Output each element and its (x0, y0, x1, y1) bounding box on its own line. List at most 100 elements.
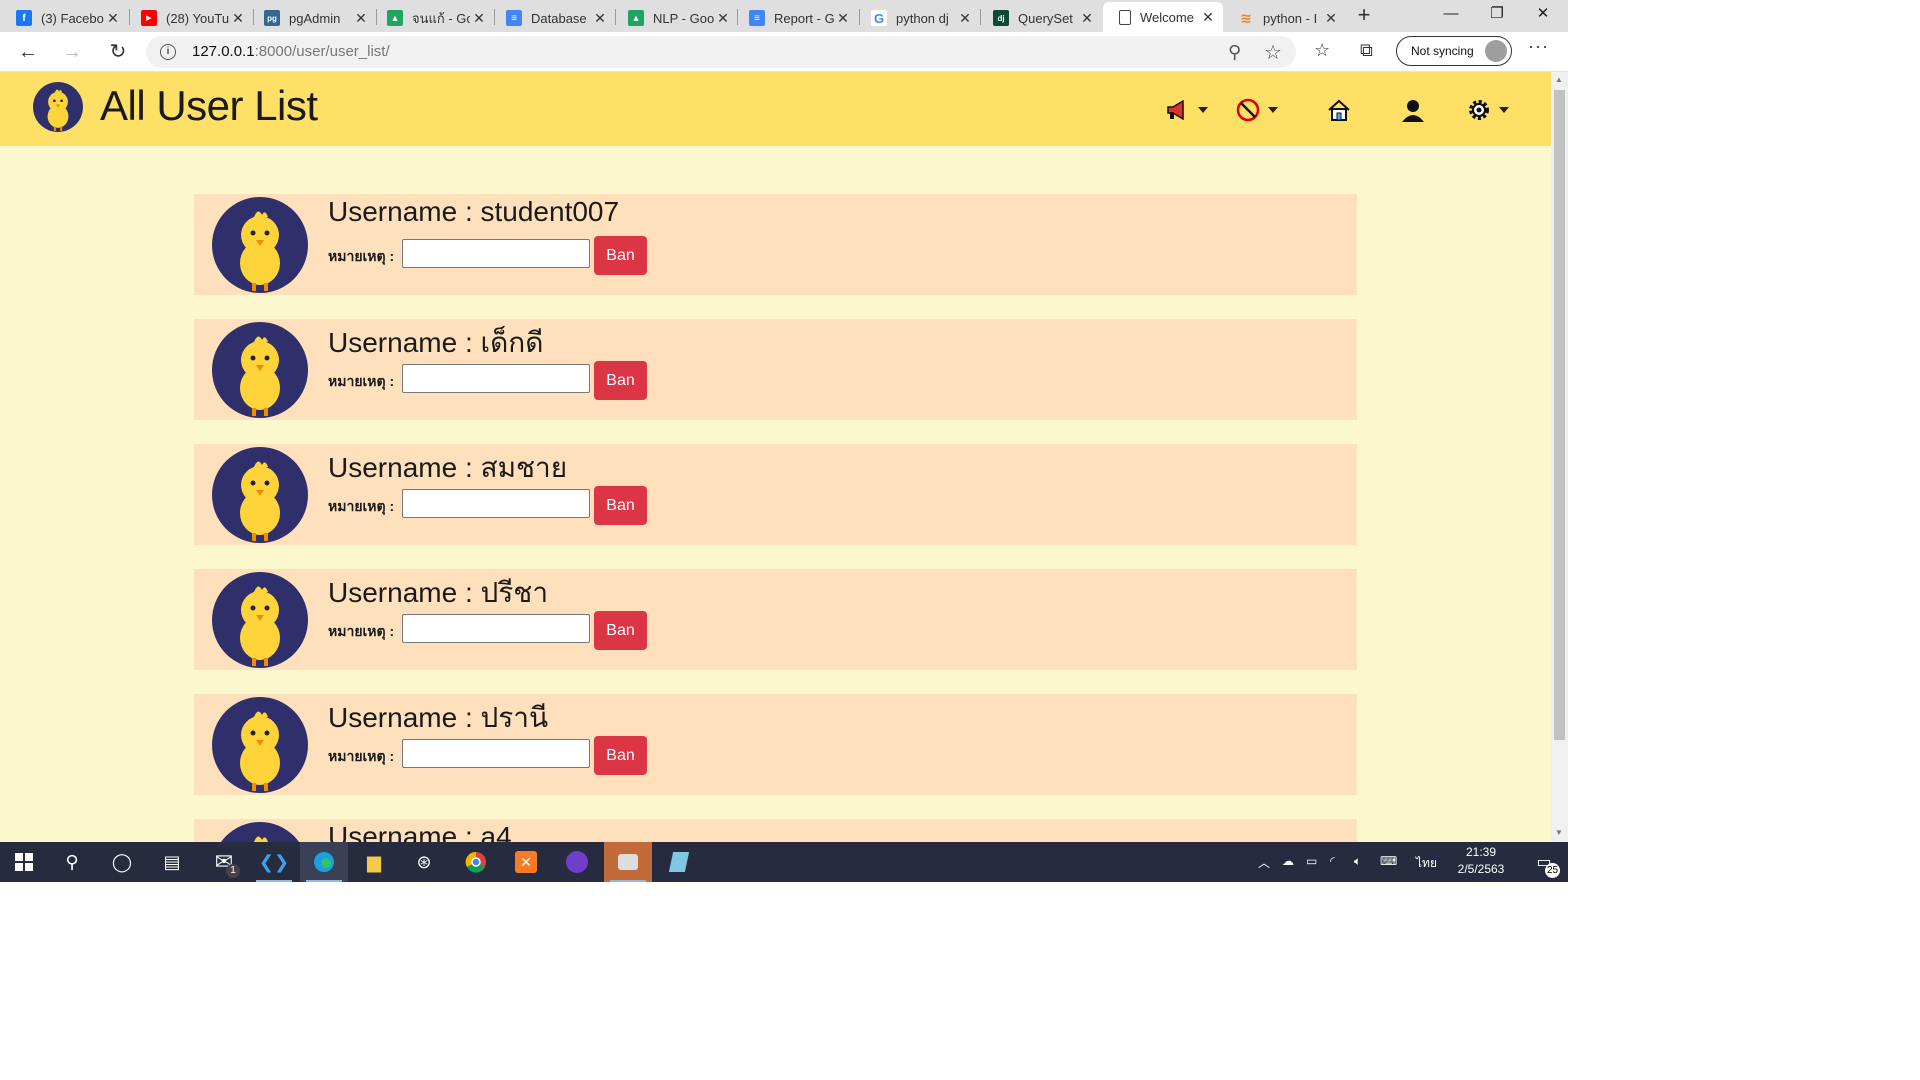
tab-title: จนแก้ - Goo (412, 10, 470, 26)
steam-icon[interactable]: ⊛ (400, 842, 448, 882)
close-icon[interactable]: ✕ (229, 10, 247, 27)
forward-icon: → (62, 41, 82, 63)
chick-avatar-icon (212, 197, 308, 293)
close-icon[interactable]: ✕ (1078, 10, 1096, 27)
task-view-icon[interactable]: ▤ (148, 842, 196, 882)
chrome-icon[interactable] (452, 842, 500, 882)
tab-title: QuerySet (1018, 10, 1073, 26)
ban-button[interactable]: Ban (594, 361, 647, 400)
note-input[interactable] (402, 614, 590, 643)
close-icon[interactable]: ✕ (714, 10, 732, 27)
tab-google-search[interactable]: G python dj ✕ (855, 4, 980, 32)
note-input[interactable] (402, 489, 590, 518)
ban-button[interactable]: Ban (594, 736, 647, 775)
gear-icon (1469, 100, 1489, 120)
tab-pgadmin[interactable]: pg pgAdmin ✕ (248, 4, 376, 32)
stackoverflow-icon: ≋ (1240, 9, 1252, 26)
close-icon[interactable]: ✕ (352, 10, 370, 27)
announcement-menu[interactable] (1166, 96, 1208, 124)
xampp-icon[interactable]: ✕ (502, 842, 550, 882)
close-icon[interactable]: ✕ (1199, 9, 1217, 26)
address-bar[interactable]: i 127.0.0.1:8000/user/user_list/ ⚲ ☆ (146, 36, 1296, 68)
tab-stackoverflow[interactable]: ≋ python - I ✕ (1222, 4, 1346, 32)
close-icon[interactable]: ✕ (104, 10, 122, 27)
url-path: :8000/user/user_list/ (254, 43, 390, 60)
tab-google-drive-1[interactable]: ▲ จนแก้ - Goo ✕ (371, 4, 494, 32)
tab-facebook[interactable]: f (3) Facebo ✕ (0, 4, 128, 32)
tray-chevron-icon[interactable]: ︿ (1258, 854, 1270, 871)
github-desktop-icon[interactable] (553, 842, 601, 882)
close-icon[interactable]: ✕ (470, 10, 488, 27)
tab-title: Database (531, 10, 587, 26)
ban-icon (1236, 98, 1260, 122)
sync-label: Not syncing (1411, 44, 1474, 58)
battery-icon[interactable]: ▭ (1306, 854, 1317, 868)
new-tab-icon[interactable]: + (1352, 4, 1376, 28)
ban-button[interactable]: Ban (594, 611, 647, 650)
search-icon[interactable]: ⚲ (48, 842, 96, 882)
restore-icon[interactable]: ❐ (1474, 0, 1520, 30)
user-icon (1402, 100, 1424, 122)
page-scrollbar[interactable]: ▲ ▼ (1551, 72, 1568, 842)
language-indicator[interactable]: ไทย (1416, 854, 1437, 873)
mail-icon[interactable]: ✉ 1 (200, 842, 248, 882)
tab-queryset[interactable]: dj QuerySet ✕ (977, 4, 1102, 32)
chick-logo-icon[interactable] (33, 82, 83, 132)
favorites-icon[interactable]: ☆ (1314, 40, 1330, 61)
scroll-down-icon[interactable]: ▼ (1555, 828, 1563, 837)
note-input[interactable] (402, 364, 590, 393)
keyboard-icon[interactable]: ⌨ (1380, 854, 1397, 868)
tab-database[interactable]: ≡ Database ✕ (490, 4, 615, 32)
tab-welcome-active[interactable]: Welcome ✕ (1103, 2, 1223, 32)
tab-report[interactable]: ≡ Report - G ✕ (733, 4, 858, 32)
username-heading: Username : ปรีชา (328, 577, 549, 608)
url-text[interactable]: 127.0.0.1:8000/user/user_list/ (192, 43, 390, 60)
megaphone-icon (1167, 100, 1184, 120)
google-icon: G (871, 10, 887, 26)
user-card: Username : ปรานี หมายเหตุ : Ban (194, 694, 1357, 795)
snipping-tool-icon[interactable] (604, 842, 652, 882)
ban-button[interactable]: Ban (594, 486, 647, 525)
scrollbar-thumb[interactable] (1554, 90, 1565, 740)
zoom-icon[interactable]: ⚲ (1228, 42, 1241, 63)
notification-center-icon[interactable]: ▭ 25 (1520, 842, 1568, 882)
clock[interactable]: 21:39 2/5/2563 (1452, 844, 1510, 878)
minimize-icon[interactable]: — (1428, 0, 1474, 30)
collections-icon[interactable]: ⧉ (1360, 40, 1373, 61)
settings-menu[interactable] (1467, 96, 1509, 124)
user-card: Username : เด็กดี หมายเหตุ : Ban (194, 319, 1357, 420)
tab-nlp[interactable]: ▲ NLP - Goo ✕ (612, 4, 738, 32)
sync-button[interactable]: Not syncing (1396, 36, 1512, 66)
notepad-icon[interactable] (655, 842, 703, 882)
tab-title: python - I (1263, 10, 1318, 26)
more-menu-icon[interactable]: ··· (1528, 36, 1549, 57)
wifi-icon[interactable]: ◜ (1330, 854, 1335, 868)
django-icon: dj (993, 10, 1009, 26)
note-input[interactable] (402, 739, 590, 768)
edge-browser-icon[interactable] (300, 842, 348, 882)
info-icon[interactable]: i (160, 44, 176, 60)
profile-link[interactable] (1401, 96, 1425, 124)
volume-icon[interactable]: 🔈︎ (1354, 854, 1361, 869)
ban-menu[interactable] (1236, 96, 1278, 124)
onedrive-icon[interactable]: ☁ (1282, 854, 1294, 868)
favorite-star-icon[interactable]: ☆ (1264, 40, 1282, 65)
scroll-up-icon[interactable]: ▲ (1555, 75, 1563, 84)
tab-youtube[interactable]: ▶ (28) YouTu ✕ (125, 4, 253, 32)
username-heading: Username : เด็กดี (328, 327, 544, 358)
ban-button[interactable]: Ban (594, 236, 647, 275)
reload-icon[interactable]: ↻ (104, 38, 132, 66)
cortana-icon[interactable]: ◯ (98, 842, 146, 882)
back-icon[interactable]: ← (14, 38, 42, 66)
window-close-icon[interactable]: ✕ (1520, 0, 1566, 30)
close-icon[interactable]: ✕ (1322, 10, 1340, 27)
file-explorer-icon[interactable]: ▆ (350, 842, 398, 882)
vscode-icon[interactable]: ❮❯ (250, 842, 298, 882)
windows-start-icon[interactable] (0, 842, 48, 882)
username-heading: Username : สมชาย (328, 452, 568, 483)
close-icon[interactable]: ✕ (956, 10, 974, 27)
home-link[interactable] (1327, 96, 1351, 124)
close-icon[interactable]: ✕ (591, 10, 609, 27)
note-input[interactable] (402, 239, 590, 268)
close-icon[interactable]: ✕ (834, 10, 852, 27)
